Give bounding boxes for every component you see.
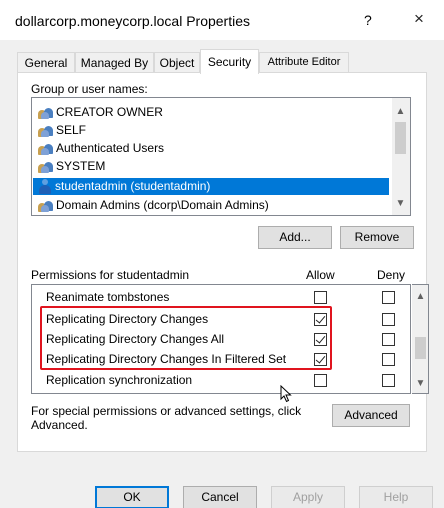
permission-name: Reanimate tombstones xyxy=(46,290,170,304)
advanced-button[interactable]: Advanced xyxy=(332,404,410,427)
list-item[interactable]: CREATOR OWNER xyxy=(34,104,404,121)
scroll-up-icon[interactable]: ▲ xyxy=(412,291,429,302)
list-item[interactable]: Domain Admins (dcorp\Domain Admins) xyxy=(34,197,404,214)
list-item-selected[interactable]: studentadmin (studentadmin) xyxy=(33,178,389,195)
group-or-user-names-label: Group or user names: xyxy=(31,82,148,96)
help-button[interactable]: Help xyxy=(359,486,433,508)
deny-checkbox[interactable] xyxy=(382,374,395,387)
add-button[interactable]: Add... xyxy=(258,226,332,249)
apply-button[interactable]: Apply xyxy=(271,486,345,508)
deny-checkbox[interactable] xyxy=(382,333,395,346)
group-icon xyxy=(38,106,54,119)
tab-object[interactable]: Object xyxy=(154,52,200,73)
special-permissions-note: For special permissions or advanced sett… xyxy=(31,404,302,432)
deny-header: Deny xyxy=(377,268,406,282)
permissions-label: Permissions for studentadmin xyxy=(31,268,190,282)
principals-list[interactable]: CREATOR OWNER SELF Authenticated Users S… xyxy=(31,97,411,216)
permission-row: Replication synchronization xyxy=(32,370,402,390)
deny-checkbox[interactable] xyxy=(382,313,395,326)
list-item[interactable]: SYSTEM xyxy=(34,158,404,175)
group-icon xyxy=(38,160,54,173)
tab-managed-by[interactable]: Managed By xyxy=(75,52,154,73)
deny-checkbox[interactable] xyxy=(382,353,395,366)
principal-name: Domain Admins (dcorp\Domain Admins) xyxy=(56,198,269,212)
principal-name: studentadmin (studentadmin) xyxy=(55,179,211,193)
scroll-up-icon[interactable]: ▲ xyxy=(392,106,409,117)
list-item[interactable]: Authenticated Users xyxy=(34,140,404,157)
scroll-down-icon[interactable]: ▼ xyxy=(412,378,429,389)
principal-name: Authenticated Users xyxy=(56,141,165,155)
group-icon xyxy=(38,124,54,137)
principal-name: SELF xyxy=(56,123,87,137)
scrollbar-thumb[interactable] xyxy=(415,337,426,359)
permissions-scrollbar[interactable]: ▲ ▼ xyxy=(412,284,429,394)
permission-row: Reanimate tombstones xyxy=(32,287,402,307)
allow-checkbox[interactable] xyxy=(314,291,327,304)
highlight-annotation xyxy=(40,306,332,370)
mouse-pointer-icon xyxy=(280,385,292,403)
principal-name: SYSTEM xyxy=(56,159,106,173)
tab-security[interactable]: Security xyxy=(200,49,259,74)
group-icon xyxy=(38,142,54,155)
window-title: dollarcorp.moneycorp.local Properties xyxy=(15,13,250,29)
close-icon[interactable]: × xyxy=(414,9,424,29)
user-icon xyxy=(39,179,51,194)
permission-name: Replication synchronization xyxy=(46,373,193,387)
principals-scrollbar[interactable]: ▲ ▼ xyxy=(392,98,410,215)
principal-name: CREATOR OWNER xyxy=(56,105,163,119)
tab-general[interactable]: General xyxy=(17,52,75,73)
allow-header: Allow xyxy=(306,268,335,282)
group-icon xyxy=(38,199,54,212)
remove-button[interactable]: Remove xyxy=(340,226,414,249)
ok-button[interactable]: OK xyxy=(95,486,169,508)
help-icon[interactable]: ? xyxy=(364,12,372,28)
scroll-down-icon[interactable]: ▼ xyxy=(392,198,409,209)
scrollbar-thumb[interactable] xyxy=(395,122,406,154)
deny-checkbox[interactable] xyxy=(382,291,395,304)
cancel-button[interactable]: Cancel xyxy=(183,486,257,508)
tab-attribute-editor[interactable]: Attribute Editor xyxy=(259,52,349,73)
list-item[interactable]: SELF xyxy=(34,122,404,139)
allow-checkbox[interactable] xyxy=(314,374,327,387)
title-bar: dollarcorp.moneycorp.local Properties ? … xyxy=(0,0,444,40)
